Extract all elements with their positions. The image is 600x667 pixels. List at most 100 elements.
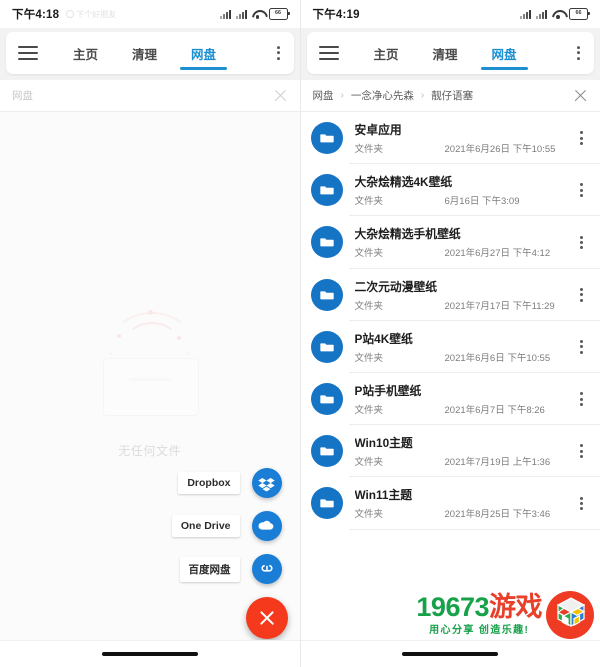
file-date: 2021年8月25日 下午3:46 <box>444 509 551 521</box>
tab-bar-left: 主页 清理 网盘 <box>56 32 233 74</box>
battery-icon: 66 <box>268 8 290 20</box>
wifi-icon <box>252 9 264 19</box>
breadcrumb-item-netdisk[interactable]: 网盘 <box>313 88 334 103</box>
more-vertical-icon[interactable] <box>570 287 592 302</box>
tab-home[interactable]: 主页 <box>56 32 115 74</box>
status-icons: 66 <box>520 8 590 20</box>
status-notification: 下个好朋友 <box>66 9 116 20</box>
folder-icon <box>310 435 343 468</box>
more-vertical-icon[interactable] <box>570 496 592 511</box>
signal-icon <box>219 9 231 19</box>
folder-icon <box>310 122 343 155</box>
file-row-main: 大杂烩精选手机壁纸 文件夹 2021年6月27日 下午4:12 <box>355 225 571 259</box>
hamburger-icon[interactable] <box>318 46 339 60</box>
folder-icon <box>310 174 343 207</box>
left-screen: 下午4:18 下个好朋友 66 主页 清理 网盘 网盘 无任何文件 Dropbo… <box>0 0 301 667</box>
dropbox-icon[interactable] <box>251 468 282 498</box>
battery-level: 66 <box>275 10 281 17</box>
status-bar-left: 下午4:18 下个好朋友 66 <box>0 0 300 28</box>
close-icon[interactable] <box>273 88 288 103</box>
file-name: Win10主题 <box>354 436 413 451</box>
speed-dial-menu: Dropbox One Drive 百度网盘 <box>171 468 288 639</box>
file-meta: 文件夹 6月16日 下午3:09 <box>355 193 571 207</box>
file-row[interactable]: Win10主题文件夹 2021年7月19日 上午1:36 <box>301 425 600 478</box>
signal-icon <box>235 9 247 19</box>
file-list: 安卓应用 文件夹 2021年6月26日 下午10:55 大杂烩精选4K壁纸 文件夹 6月1… <box>300 112 600 667</box>
status-icons: 66 <box>219 8 290 20</box>
file-row[interactable]: 安卓应用 文件夹 2021年6月26日 下午10:55 <box>301 112 600 165</box>
breadcrumb-item-account[interactable]: 一念净心先森 <box>351 88 414 103</box>
more-vertical-icon[interactable] <box>570 444 592 459</box>
tab-clean[interactable]: 清理 <box>416 32 475 74</box>
more-vertical-icon[interactable] <box>570 131 592 145</box>
speed-dial-item-dropbox[interactable]: Dropbox <box>178 468 282 498</box>
chevron-right-icon: › <box>420 90 425 101</box>
onedrive-icon[interactable] <box>251 511 282 541</box>
toolbar-container-right: 主页 清理 网盘 <box>300 28 600 80</box>
file-row-main: 大杂烩精选4K壁纸 文件夹 6月16日 下午3:09 <box>355 173 571 207</box>
more-vertical-icon[interactable] <box>570 235 592 250</box>
tab-home[interactable]: 主页 <box>357 32 416 74</box>
close-icon[interactable] <box>573 88 588 103</box>
file-name: P站手机壁纸 <box>354 384 422 399</box>
signal-icon <box>520 9 531 19</box>
file-row-main: Win11主题 文件夹 2021年8月25日 下午3:46 <box>355 486 571 520</box>
gesture-bar-left[interactable] <box>0 640 300 667</box>
tab-netdisk[interactable]: 网盘 <box>475 32 534 74</box>
more-vertical-icon[interactable] <box>570 339 592 354</box>
tab-netdisk[interactable]: 网盘 <box>174 32 233 74</box>
file-meta: 文件夹 2021年6月7日 下午8:26 <box>355 402 571 416</box>
file-meta: 文件夹 2021年7月19日 上午1:36 <box>355 454 571 468</box>
file-row[interactable]: 大杂烩精选手机壁纸 文件夹 2021年6月27日 下午4:12 <box>301 216 600 269</box>
file-row[interactable]: Win11主题 文件夹 2021年8月25日 下午3:46 <box>301 477 600 530</box>
file-name: P站4K壁纸 <box>354 331 413 346</box>
empty-state: 无任何文件 <box>0 302 300 459</box>
gesture-bar-right[interactable] <box>300 640 600 667</box>
status-bar-right: 下午4:19 66 <box>300 0 600 28</box>
baidu-netdisk-icon[interactable] <box>251 554 282 584</box>
folder-icon <box>310 226 343 259</box>
breadcrumb-right: 网盘 › 一念净心先森 › 靓仔语塞 <box>300 80 600 112</box>
file-type: 文件夹 <box>354 196 384 208</box>
speed-dial-item-onedrive[interactable]: One Drive <box>171 511 282 541</box>
folder-icon <box>310 383 343 416</box>
more-vertical-icon[interactable] <box>276 46 280 60</box>
file-meta: 文件夹 2021年6月6日 下午10:55 <box>355 350 571 364</box>
file-type: 文件夹 <box>354 300 384 312</box>
empty-state-panel: 无任何文件 Dropbox One Drive 百度网盘 <box>0 112 300 667</box>
tab-bar-right: 主页 清理 网盘 <box>357 32 534 74</box>
wifi-icon <box>552 9 564 19</box>
file-row-main: Win10主题文件夹 2021年7月19日 上午1:36 <box>355 434 571 468</box>
more-vertical-icon[interactable] <box>570 183 592 198</box>
breadcrumb-item-netdisk[interactable]: 网盘 <box>12 88 33 103</box>
file-type: 文件夹 <box>354 352 384 364</box>
file-row[interactable]: P站手机壁纸文件夹 2021年6月7日 下午8:26 <box>301 373 600 426</box>
right-screen: 下午4:19 66 主页 清理 网盘 网盘 › 一念净心先森 › 靓仔语塞 安卓… <box>300 0 600 667</box>
file-type: 文件夹 <box>354 405 384 417</box>
file-name: 大杂烩精选手机壁纸 <box>354 227 461 242</box>
folder-icon <box>310 278 343 311</box>
speed-dial-label-dropbox: Dropbox <box>178 472 240 494</box>
app-toolbar-left: 主页 清理 网盘 <box>6 32 294 74</box>
folder-icon <box>310 330 343 363</box>
status-time: 下午4:18 <box>12 9 60 21</box>
file-meta: 文件夹 2021年6月26日 下午10:55 <box>355 141 571 155</box>
file-row[interactable]: P站4K壁纸 文件夹 2021年6月6日 下午10:55 <box>301 321 600 374</box>
file-date: 2021年6月6日 下午10:55 <box>444 352 551 364</box>
file-row[interactable]: 大杂烩精选4K壁纸 文件夹 6月16日 下午3:09 <box>301 164 600 217</box>
hamburger-icon[interactable] <box>18 46 38 60</box>
speed-dial-label-onedrive: One Drive <box>171 515 240 537</box>
speed-dial-item-baidu[interactable]: 百度网盘 <box>179 554 282 584</box>
more-vertical-icon[interactable] <box>570 392 592 406</box>
more-vertical-icon[interactable] <box>577 46 580 60</box>
breadcrumb-left: 网盘 <box>0 80 300 112</box>
notification-dot-icon <box>66 10 75 18</box>
file-type: 文件夹 <box>354 457 384 469</box>
app-toolbar-right: 主页 清理 网盘 <box>306 32 594 74</box>
empty-box-illustration <box>95 302 205 420</box>
tab-clean[interactable]: 清理 <box>115 32 174 74</box>
file-date: 2021年6月26日 下午10:55 <box>444 144 556 156</box>
file-row[interactable]: 二次元动漫壁纸 文件夹 2021年7月17日 下午11:29 <box>301 269 600 321</box>
breadcrumb-item-folder[interactable]: 靓仔语塞 <box>431 88 473 103</box>
close-fab-button[interactable] <box>245 597 288 639</box>
